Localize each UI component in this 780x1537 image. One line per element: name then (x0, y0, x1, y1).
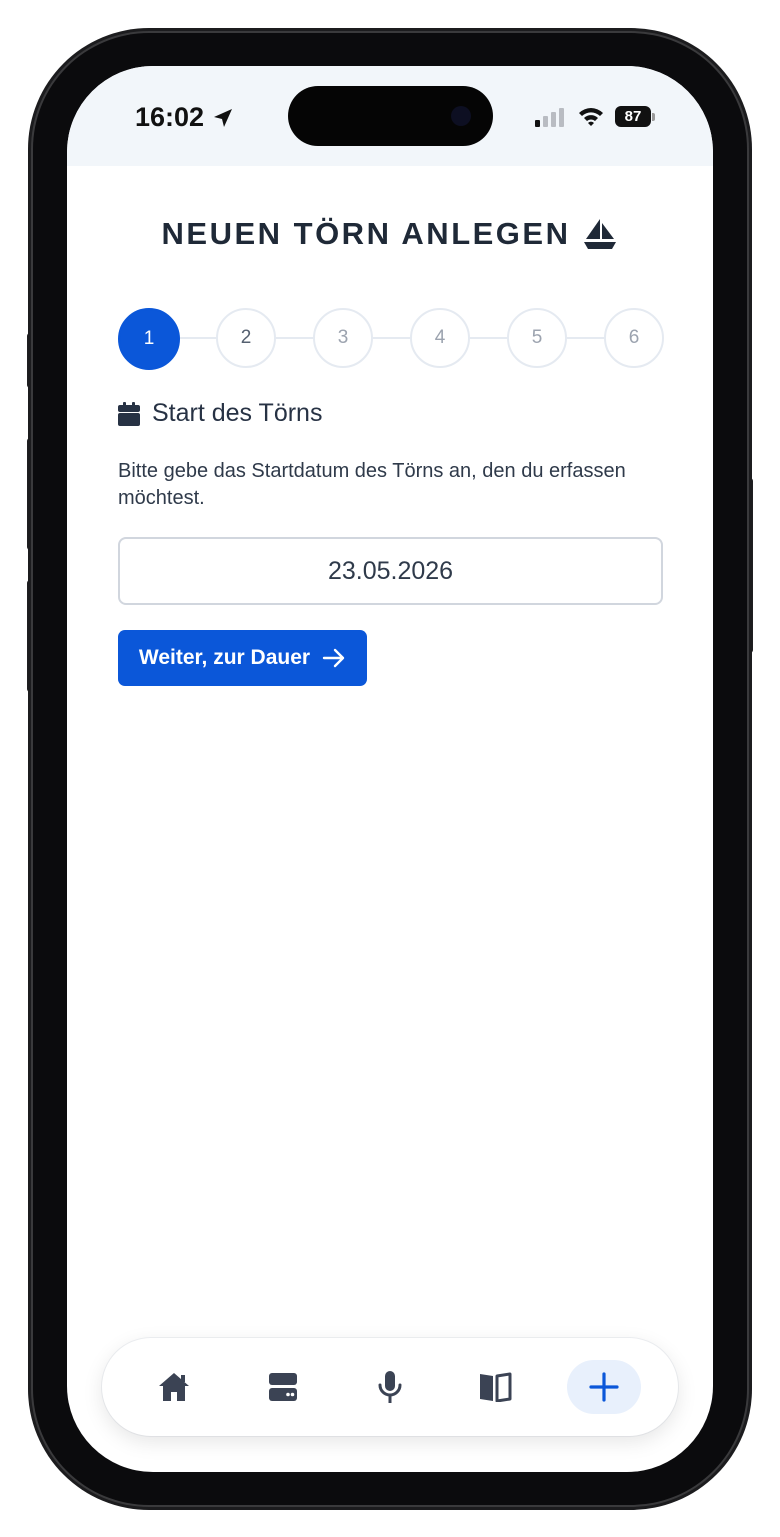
home-icon (159, 1373, 189, 1401)
battery-level: 87 (615, 106, 651, 127)
step-1[interactable]: 1 (118, 308, 180, 370)
plus-icon (589, 1372, 619, 1402)
location-arrow-icon (214, 108, 233, 127)
tab-voice[interactable] (353, 1360, 427, 1414)
tab-add-trip[interactable] (567, 1360, 641, 1414)
power-button (747, 478, 753, 653)
next-button-label: Weiter, zur Dauer (138, 646, 311, 669)
step-connector (563, 337, 607, 339)
phone-screen: 16:02 87 NEUEN TÖRN ANLEGEN 1 2 3 4 5 6 … (67, 66, 713, 1472)
next-duration-button[interactable]: Weiter, zur Dauer (118, 630, 367, 686)
status-time: 16:02 (135, 102, 234, 133)
status-bar: 16:02 87 (67, 66, 713, 166)
section-description: Bitte gebe das Startdatum des Törns an, … (118, 460, 626, 509)
section-heading: Start des Törns (118, 399, 322, 428)
page-title: NEUEN TÖRN ANLEGEN (67, 216, 713, 252)
step-connector (466, 337, 510, 339)
start-date-input[interactable]: 23.05.2026 (118, 537, 663, 605)
tab-devices[interactable] (246, 1360, 320, 1414)
step-connector (174, 337, 218, 339)
battery-tip (652, 112, 655, 121)
step-connector (369, 337, 413, 339)
calendar-icon (118, 401, 140, 426)
tab-home[interactable] (137, 1360, 211, 1414)
step-6[interactable]: 6 (604, 308, 664, 368)
step-connector (272, 337, 316, 339)
step-4[interactable]: 4 (410, 308, 470, 368)
step-indicator: 1 2 3 4 5 6 (118, 308, 664, 370)
arrow-right-icon (322, 648, 345, 668)
step-2[interactable]: 2 (216, 308, 276, 368)
start-date-value: 23.05.2026 (327, 556, 454, 585)
status-indicators: 87 (535, 106, 655, 127)
tab-logbook[interactable] (458, 1360, 532, 1414)
cellular-signal-icon (535, 107, 564, 127)
status-time-text: 16:02 (135, 102, 205, 132)
battery-indicator: 87 (615, 106, 655, 127)
bottom-tab-bar (102, 1338, 678, 1436)
step-3[interactable]: 3 (313, 308, 373, 368)
server-icon (269, 1373, 297, 1401)
wifi-icon (579, 108, 603, 126)
book-icon (480, 1372, 512, 1402)
page-title-text: NEUEN TÖRN ANLEGEN (161, 216, 571, 251)
step-5[interactable]: 5 (507, 308, 567, 368)
section-heading-text: Start des Törns (152, 399, 323, 427)
dynamic-island (288, 86, 493, 146)
sailboat-icon (584, 219, 617, 249)
camera-icon (451, 106, 471, 126)
microphone-icon (378, 1371, 402, 1403)
